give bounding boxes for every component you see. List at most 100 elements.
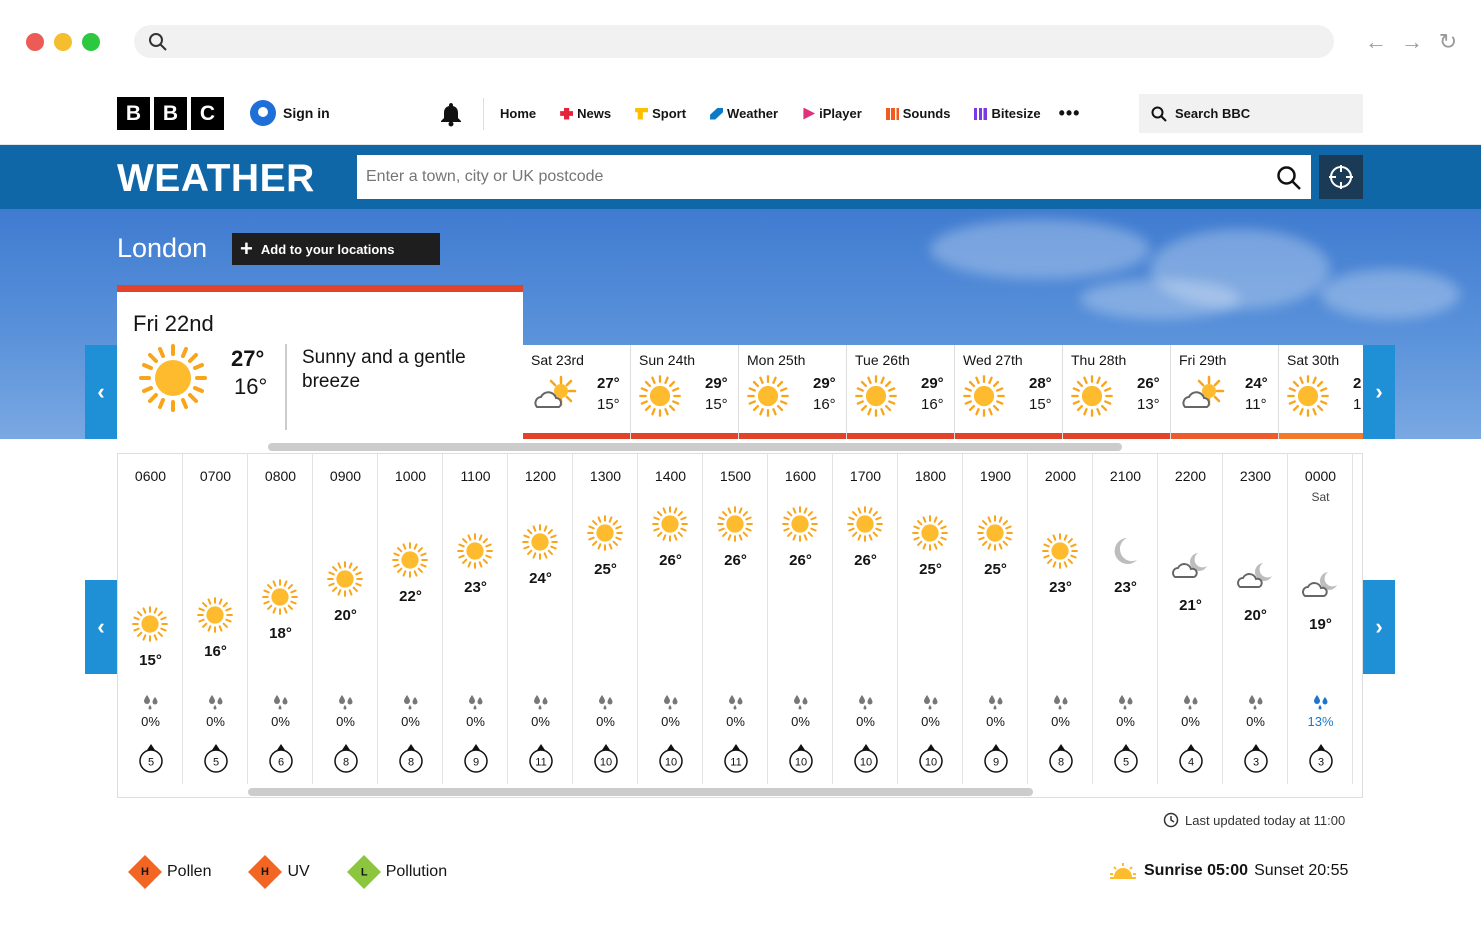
hour-column[interactable]: 1800 25° 0% 10	[898, 454, 963, 784]
hour-column[interactable]: 1600 26° 0% 10	[768, 454, 833, 784]
hour-column[interactable]: 2200 21° 0% 4	[1158, 454, 1223, 784]
raindrop-icon	[443, 694, 508, 715]
sport-icon	[635, 107, 649, 120]
uv-index[interactable]: H UV	[248, 855, 310, 889]
day-card[interactable]: Tue 26th 29° 16°	[847, 345, 955, 439]
day-card[interactable]: Sat 23rd 27° 15°	[523, 345, 631, 439]
hour-column[interactable]: 0800 18° 0% 6	[248, 454, 313, 784]
nav-sport[interactable]: Sport	[635, 106, 686, 121]
raindrop-icon	[1028, 694, 1093, 715]
pollution-badge: L	[346, 855, 381, 889]
hour-column[interactable]: 1900 25° 0% 9	[963, 454, 1028, 784]
sun-icon	[1287, 375, 1329, 422]
day-name: Sun 24th	[639, 352, 696, 368]
notifications-bell-icon[interactable]	[439, 101, 463, 127]
hour-column[interactable]: 1500 26° 0% 11	[703, 454, 768, 784]
hour-column[interactable]: 0900 20° 0% 8	[313, 454, 378, 784]
nav-iplayer[interactable]: iPlayer	[802, 106, 862, 121]
day-card[interactable]: Mon 25th 29° 16°	[739, 345, 847, 439]
wind-speed: 10	[925, 757, 937, 769]
hour-column[interactable]: 1200 24° 0% 11	[508, 454, 573, 784]
wind-speed: 5	[148, 757, 154, 769]
nav-bitesize[interactable]: Bitesize	[974, 106, 1041, 121]
wind-speed: 5	[1123, 757, 1129, 769]
hour-temp: 26°	[659, 552, 682, 569]
day-card[interactable]: Fri 29th 24° 11°	[1171, 345, 1279, 439]
hour-column[interactable]: 1000 22° 0% 8	[378, 454, 443, 784]
sun-cloud-icon	[1179, 375, 1227, 422]
day-low: 13°	[1137, 396, 1160, 413]
raindrop-icon	[963, 694, 1028, 715]
hour-column[interactable]: 1700 26° 0% 10	[833, 454, 898, 784]
hour-column[interactable]: 1100 23° 0% 9	[443, 454, 508, 784]
today-card[interactable]: Fri 22nd 27° 16° Sunny and a gentle bree…	[117, 285, 523, 439]
search-icon[interactable]	[1276, 165, 1302, 191]
days-scrollbar-thumb[interactable]	[268, 443, 1122, 451]
crosshair-icon	[1329, 165, 1353, 189]
day-card[interactable]: Thu 28th 26° 13°	[1063, 345, 1171, 439]
hour-column[interactable]: 0600 15° 0% 5	[118, 454, 183, 784]
more-menu-button[interactable]: •••	[1059, 103, 1081, 124]
nav-news[interactable]: News	[560, 106, 611, 121]
close-window-dot[interactable]	[26, 33, 44, 51]
day-card[interactable]: Wed 27th 28° 15°	[955, 345, 1063, 439]
pollution-index[interactable]: L Pollution	[346, 855, 447, 889]
hour-temp: 25°	[984, 561, 1007, 579]
rain-chance: 0%	[921, 714, 940, 729]
sign-in-link[interactable]: Sign in	[250, 100, 330, 126]
nav-weather[interactable]: Weather	[710, 106, 778, 121]
days-prev-button[interactable]: ‹	[85, 345, 117, 439]
logo-letter: B	[117, 97, 150, 130]
hour-column[interactable]: 2100 23° 0% 5	[1093, 454, 1158, 784]
hour-column[interactable]: 2300 20° 0% 3	[1223, 454, 1288, 784]
hours-next-button[interactable]: ›	[1363, 580, 1395, 674]
sun-cloud-icon	[531, 375, 579, 422]
hour-temp: 25°	[594, 561, 617, 579]
address-bar[interactable]	[134, 25, 1334, 58]
sun-icon	[132, 606, 168, 647]
day-name: Thu 28th	[1071, 352, 1127, 368]
hour-column[interactable]: 0700 16° 0% 5	[183, 454, 248, 784]
pollen-index[interactable]: H Pollen	[128, 855, 211, 889]
find-my-location-button[interactable]	[1319, 155, 1363, 199]
day-card[interactable]: Sat 30th 2 1	[1279, 345, 1363, 439]
hour-column[interactable]: 2000 23° 0% 8	[1028, 454, 1093, 784]
maximize-window-dot[interactable]	[82, 33, 100, 51]
hour-temp: 15°	[139, 652, 162, 669]
location-search-input[interactable]	[357, 155, 1311, 199]
add-location-button[interactable]: + Add to your locations	[232, 233, 440, 265]
nav-home[interactable]: Home	[500, 106, 536, 121]
wind-speed-badge: 11	[723, 742, 749, 779]
hour-column[interactable]: 1300 25° 0% 10	[573, 454, 638, 784]
sun-icon	[522, 524, 558, 565]
rain-chance: 0%	[1116, 714, 1135, 729]
nav-sounds[interactable]: Sounds	[885, 106, 950, 121]
bbc-search-button[interactable]: Search BBC	[1139, 94, 1363, 133]
sounds-icon	[885, 107, 899, 120]
bbc-logo[interactable]: B B C	[117, 97, 224, 130]
days-next-button[interactable]: ›	[1363, 345, 1395, 439]
minimize-window-dot[interactable]	[54, 33, 72, 51]
rain-chance: 0%	[271, 714, 290, 729]
divider	[483, 98, 484, 130]
sunset-label: Sunset 20:55	[1254, 862, 1349, 879]
today-description: Sunny and a gentle breeze	[302, 347, 466, 392]
hours-scrollbar-thumb[interactable]	[248, 788, 1033, 796]
reload-icon[interactable]: ↻	[1436, 30, 1460, 54]
rain-chance: 0%	[206, 714, 225, 729]
today-high: 27°	[231, 346, 265, 371]
hour-column[interactable]: 1400 26° 0% 10	[638, 454, 703, 784]
hours-prev-button[interactable]: ‹	[85, 580, 117, 674]
sun-icon	[639, 375, 681, 422]
back-arrow-icon[interactable]: ←	[1364, 30, 1388, 54]
hour-time: 1800	[914, 468, 947, 484]
bbc-main-nav: Home News Sport Weather iPlayer Sounds B…	[500, 82, 1104, 145]
hour-time: 2000	[1044, 468, 1077, 484]
clock-icon	[1163, 812, 1179, 828]
wind-speed-badge: 8	[1048, 742, 1074, 779]
weather-title[interactable]: WEATHER	[117, 157, 315, 201]
day-card[interactable]: Sun 24th 29° 15°	[631, 345, 739, 439]
hour-column[interactable]: 0000 Sat 19° 13% 3	[1288, 454, 1353, 784]
forward-arrow-icon[interactable]: →	[1400, 30, 1424, 54]
raindrop-icon	[1093, 694, 1158, 715]
